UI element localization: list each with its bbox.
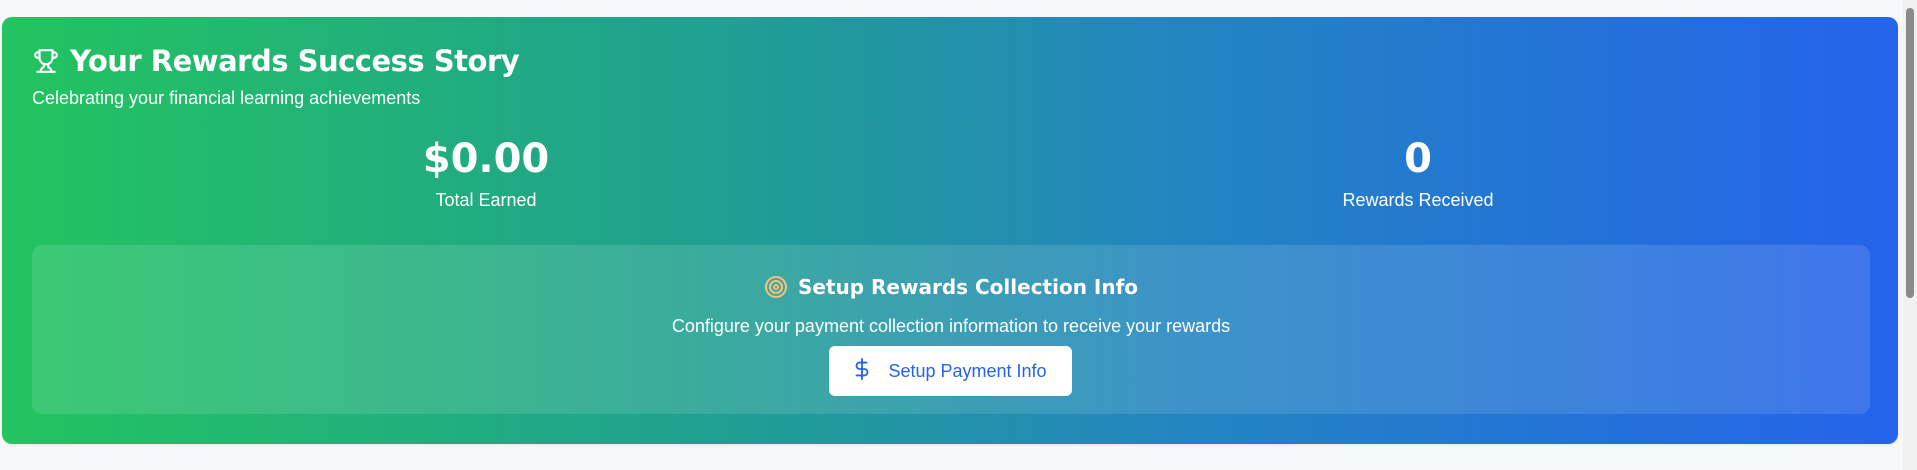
page-subtitle: Celebrating your financial learning achi… bbox=[32, 88, 421, 108]
rewards-header: Your Rewards Success Story Celebrating y… bbox=[32, 43, 520, 109]
trophy-icon bbox=[32, 47, 60, 75]
dollar-sign-icon bbox=[854, 358, 870, 384]
page: Your Rewards Success Story Celebrating y… bbox=[0, 0, 1917, 470]
setup-payment-info-button[interactable]: Setup Payment Info bbox=[829, 346, 1072, 396]
stat-rewards-received: 0 Rewards Received bbox=[1268, 135, 1568, 211]
total-earned-value: $0.00 bbox=[422, 136, 550, 182]
setup-payment-info-label: Setup Payment Info bbox=[888, 360, 1047, 381]
target-icon bbox=[764, 275, 788, 299]
setup-title: Setup Rewards Collection Info bbox=[797, 275, 1139, 299]
setup-title-row: Setup Rewards Collection Info bbox=[32, 275, 1870, 299]
total-earned-label: Total Earned bbox=[435, 190, 537, 210]
stat-total-earned: $0.00 Total Earned bbox=[336, 135, 636, 211]
scrollbar-track[interactable] bbox=[1903, 0, 1917, 470]
rewards-received-value: 0 bbox=[1404, 136, 1432, 182]
scrollbar-thumb[interactable] bbox=[1906, 8, 1914, 298]
page-title: Your Rewards Success Story bbox=[70, 44, 520, 78]
rewards-received-label: Rewards Received bbox=[1342, 190, 1494, 210]
title-row: Your Rewards Success Story bbox=[32, 43, 520, 79]
rewards-card: Your Rewards Success Story Celebrating y… bbox=[2, 17, 1898, 444]
setup-collection-panel: Setup Rewards Collection Info Configure … bbox=[32, 245, 1870, 414]
setup-description: Configure your payment collection inform… bbox=[671, 316, 1231, 336]
